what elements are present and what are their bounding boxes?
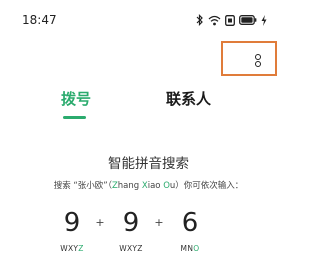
example-key-number: 9 (63, 208, 81, 238)
key-letters-plain: WXYZ (119, 244, 143, 253)
plus-separator: + (95, 216, 105, 229)
key-letters-highlight: Z (78, 244, 84, 253)
charging-icon (261, 14, 267, 26)
example-key-letters: MNO (170, 244, 210, 254)
hint-text: hang (117, 181, 142, 191)
tab-active-indicator (63, 116, 86, 119)
tab-contacts[interactable]: 联系人 (166, 90, 211, 108)
plus-separator: + (154, 216, 164, 229)
more-vertical-icon-dot (255, 61, 261, 67)
example-key-number: 9 (122, 208, 140, 238)
sim-icon (225, 14, 235, 26)
example-key-letters: WXYZ (111, 244, 151, 254)
more-options-button[interactable] (221, 41, 277, 76)
example-key-letters: WXYZ (52, 244, 92, 254)
status-time: 18:47 (22, 13, 57, 27)
tab-dialpad[interactable]: 拨号 (61, 90, 91, 108)
more-vertical-icon (255, 54, 261, 60)
hint-text: u）你可依次输入： (169, 181, 244, 191)
hint-highlight: O (163, 181, 170, 191)
key-letters-plain: MN (180, 244, 194, 253)
key-letters-plain: WXY (60, 244, 79, 253)
hint-text: iao (147, 181, 164, 191)
key-letters-highlight: O (193, 244, 200, 253)
smart-search-hint: 搜索 “张小欧”（Zhang Xiao Ou）你可依次输入： (0, 180, 297, 192)
status-bar: 18:47 (0, 0, 297, 30)
bluetooth-icon (196, 14, 204, 26)
example-key-number: 6 (181, 208, 199, 238)
smart-search-title: 智能拼音搜索 (108, 156, 189, 172)
status-icons (196, 13, 267, 27)
hint-text: 搜索 “张小欧”（ (53, 181, 112, 191)
battery-icon (239, 15, 257, 25)
wifi-icon (208, 15, 221, 26)
